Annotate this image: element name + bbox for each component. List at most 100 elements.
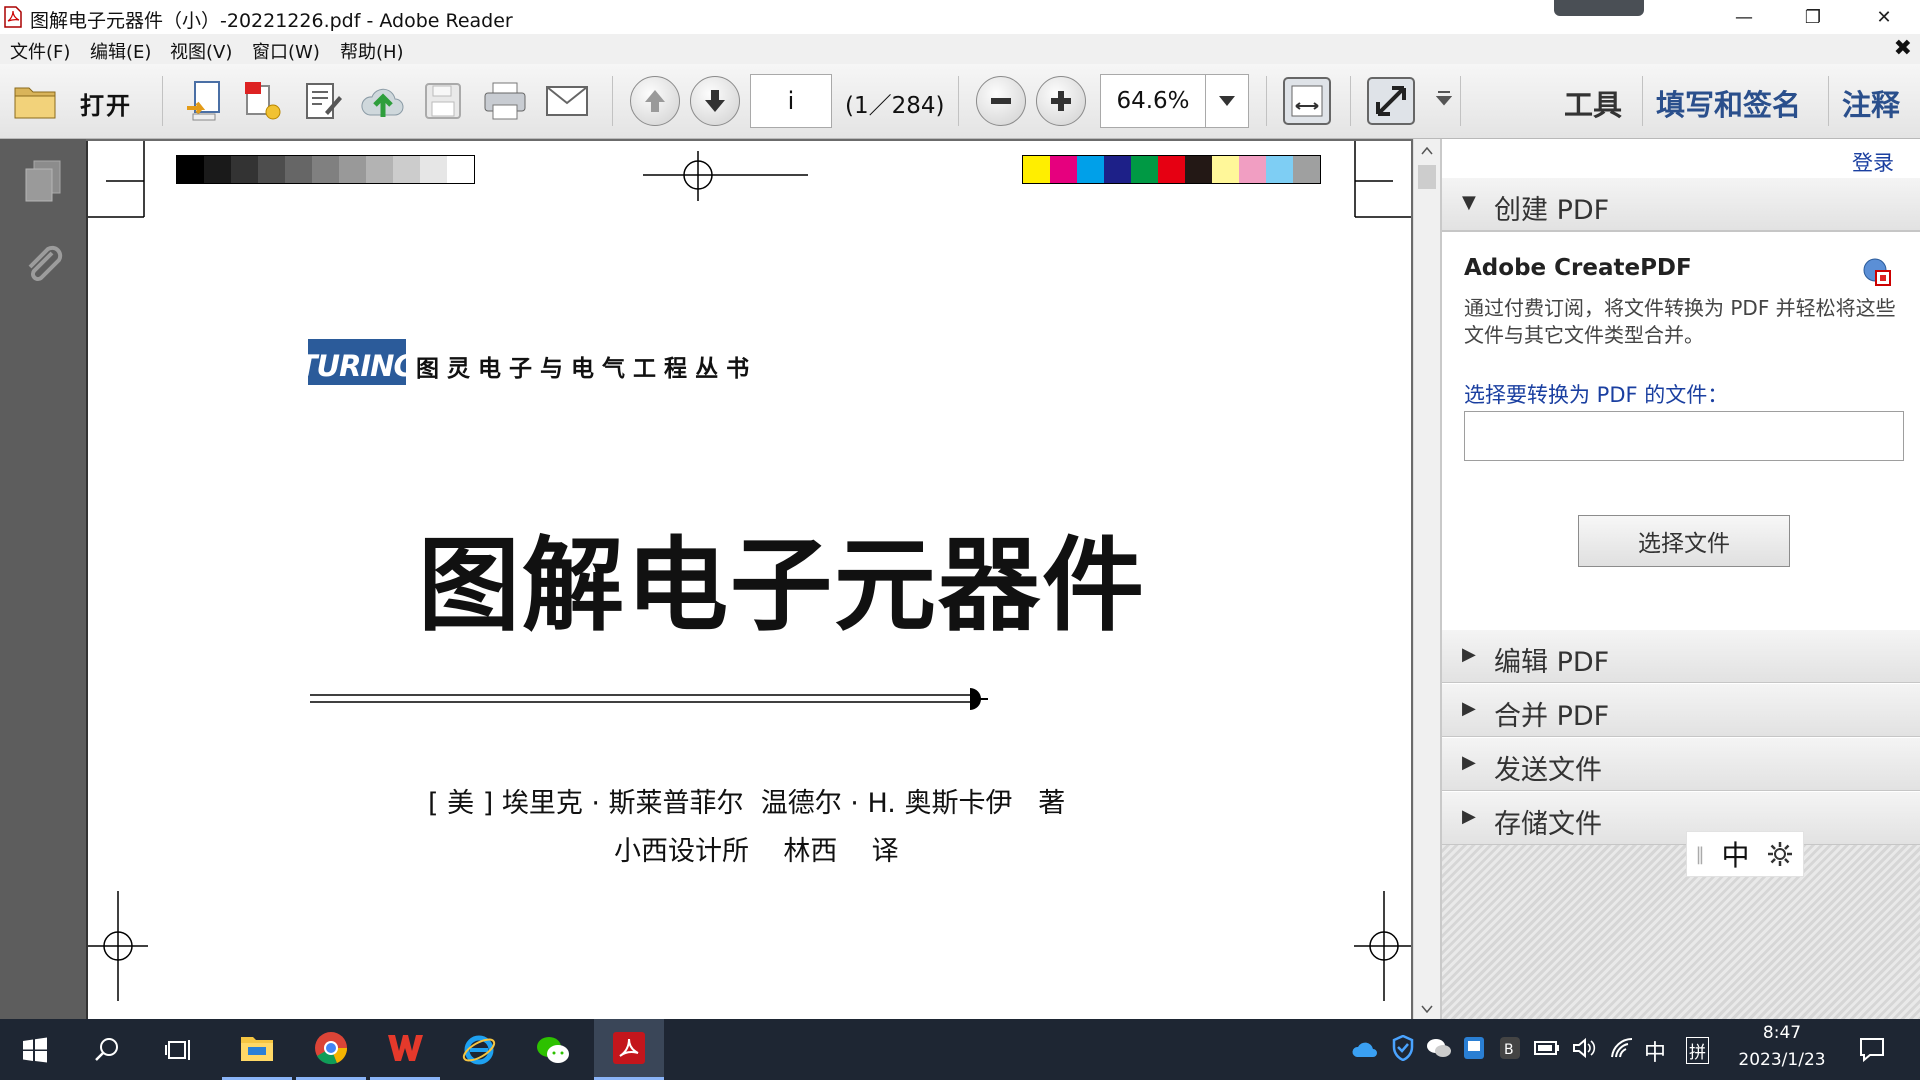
wechat-tray-icon[interactable]	[1426, 1037, 1452, 1059]
page-number-input[interactable]: i	[750, 74, 832, 128]
color-swatch	[1158, 156, 1185, 183]
tools-link[interactable]: 工具	[1564, 82, 1622, 124]
ime-mode-char[interactable]: 中	[1721, 834, 1749, 874]
task-view-icon[interactable]	[144, 1019, 214, 1080]
battery-icon[interactable]	[1534, 1039, 1560, 1057]
phone-link-widget[interactable]	[1554, 0, 1644, 16]
gray-swatch	[447, 156, 474, 183]
onedrive-icon[interactable]	[1352, 1037, 1378, 1059]
zoom-level-input[interactable]: 64.6%	[1100, 74, 1206, 128]
previous-page-icon[interactable]	[630, 76, 680, 126]
panel-top: 登录	[1442, 139, 1920, 177]
color-swatch	[1239, 156, 1266, 183]
close-button[interactable]: ✕	[1856, 0, 1912, 34]
page-count: (1／284)	[845, 93, 945, 119]
store-files-header[interactable]: ▶ 存储文件	[1442, 791, 1920, 846]
next-page-icon[interactable]	[690, 76, 740, 126]
toolbar-separator	[1460, 76, 1461, 126]
zoom-dropdown[interactable]	[1205, 74, 1249, 128]
color-swatch	[1050, 156, 1077, 183]
send-files-header[interactable]: ▶ 发送文件	[1442, 737, 1920, 792]
vertical-scrollbar[interactable]	[1413, 139, 1440, 1019]
app-tray-icon[interactable]: B	[1498, 1035, 1522, 1061]
open-button[interactable]: 打开	[80, 86, 132, 121]
notification-center-icon[interactable]	[1858, 1035, 1886, 1063]
create-pdf-icon[interactable]	[180, 78, 226, 124]
clock-date[interactable]: 2023/1/23	[1736, 1050, 1828, 1070]
full-screen-icon[interactable]	[1364, 76, 1418, 126]
minimize-button[interactable]: —	[1716, 0, 1772, 34]
clock-time[interactable]: 8:47	[1736, 1023, 1828, 1043]
create-pdf-header[interactable]: ▼ 创建 PDF	[1442, 177, 1920, 232]
save-disk-icon[interactable]	[420, 78, 466, 124]
close-document-button[interactable]: ✖	[1894, 36, 1912, 61]
file-explorer-icon[interactable]	[222, 1019, 292, 1080]
wechat-icon[interactable]	[518, 1019, 588, 1080]
ime-mode-indicator[interactable]: 拼	[1686, 1037, 1709, 1064]
open-folder-icon[interactable]	[12, 78, 58, 124]
scroll-up-icon[interactable]	[1421, 147, 1433, 155]
maximize-button[interactable]: ❐	[1785, 0, 1841, 34]
choose-file-button[interactable]: 选择文件	[1578, 515, 1790, 567]
export-pdf-icon[interactable]	[240, 78, 286, 124]
print-icon[interactable]	[482, 78, 528, 124]
menu-edit[interactable]: 编辑(E)	[90, 38, 151, 64]
gray-swatch	[231, 156, 258, 183]
color-swatch	[1293, 156, 1320, 183]
wifi-icon[interactable]	[1610, 1037, 1634, 1059]
gray-swatch	[366, 156, 393, 183]
windows-start-icon[interactable]	[0, 1019, 70, 1080]
send-files-label: 发送文件	[1494, 755, 1602, 786]
navigation-rail	[0, 139, 86, 1019]
fill-and-sign-link[interactable]: 填写和签名	[1656, 82, 1801, 124]
ime-language-indicator[interactable]: 中	[1644, 1035, 1666, 1067]
toolbar-separator	[612, 76, 613, 126]
email-icon[interactable]	[544, 78, 590, 124]
ime-floating-bar[interactable]: ‖ 中	[1686, 831, 1804, 877]
color-swatch	[1077, 156, 1104, 183]
menu-file[interactable]: 文件(F)	[10, 38, 70, 64]
page-thumbnails-icon[interactable]	[22, 159, 64, 205]
adobe-reader-icon[interactable]	[594, 1019, 664, 1080]
expanded-triangle-icon: ▼	[1462, 192, 1476, 213]
ime-drag-handle[interactable]: ‖	[1695, 844, 1704, 865]
zoom-in-icon[interactable]	[1036, 76, 1086, 126]
comment-link[interactable]: 注释	[1842, 82, 1900, 124]
login-link[interactable]: 登录	[1852, 147, 1894, 177]
volume-icon[interactable]	[1572, 1037, 1596, 1059]
toolbar-separator	[1642, 76, 1643, 126]
book-title: 图解电子元器件	[418, 527, 1146, 646]
toolbar-overflow-icon[interactable]	[1435, 90, 1453, 110]
create-pdf-label: 创建 PDF	[1494, 195, 1610, 226]
edit-document-icon[interactable]	[300, 78, 346, 124]
menu-view[interactable]: 视图(V)	[170, 38, 232, 64]
panel-filler	[1442, 845, 1920, 1019]
combine-pdf-header[interactable]: ▶ 合并 PDF	[1442, 683, 1920, 738]
color-swatch	[1023, 156, 1050, 183]
document-viewport[interactable]: TURING 图 灵 电 子 与 电 气 工 程 丛 书 图解电子元器件 [ 美…	[86, 139, 1411, 1019]
chrome-icon[interactable]	[296, 1019, 366, 1080]
tablet-tray-icon[interactable]	[1462, 1035, 1486, 1061]
search-icon[interactable]	[72, 1019, 142, 1080]
fit-page-icon[interactable]	[1280, 76, 1334, 126]
attachments-icon[interactable]	[22, 243, 64, 289]
service-description: 通过付费订阅，将文件转换为 PDF 并轻松将这些文件与其它文件类型合并。	[1464, 296, 1896, 347]
wps-office-icon[interactable]	[370, 1019, 440, 1080]
edit-pdf-header[interactable]: ▶ 编辑 PDF	[1442, 629, 1920, 684]
svg-text:B: B	[1504, 1042, 1514, 1058]
pdf-file-icon	[4, 6, 22, 28]
security-shield-icon[interactable]	[1392, 1035, 1414, 1061]
zoom-out-icon[interactable]	[976, 76, 1026, 126]
menu-help[interactable]: 帮助(H)	[340, 38, 404, 64]
toolbar-separator	[1350, 76, 1351, 126]
scroll-down-icon[interactable]	[1421, 1005, 1433, 1013]
gray-swatch	[312, 156, 339, 183]
upload-cloud-icon[interactable]	[360, 78, 406, 124]
gear-icon[interactable]	[1766, 840, 1794, 868]
select-file-label: 选择要转换为 PDF 的文件：	[1464, 383, 1729, 407]
internet-explorer-icon[interactable]	[444, 1019, 514, 1080]
scroll-thumb[interactable]	[1418, 165, 1436, 189]
menu-window[interactable]: 窗口(W)	[252, 38, 320, 64]
chevron-down-icon	[1219, 96, 1235, 106]
file-path-input[interactable]	[1464, 411, 1904, 461]
